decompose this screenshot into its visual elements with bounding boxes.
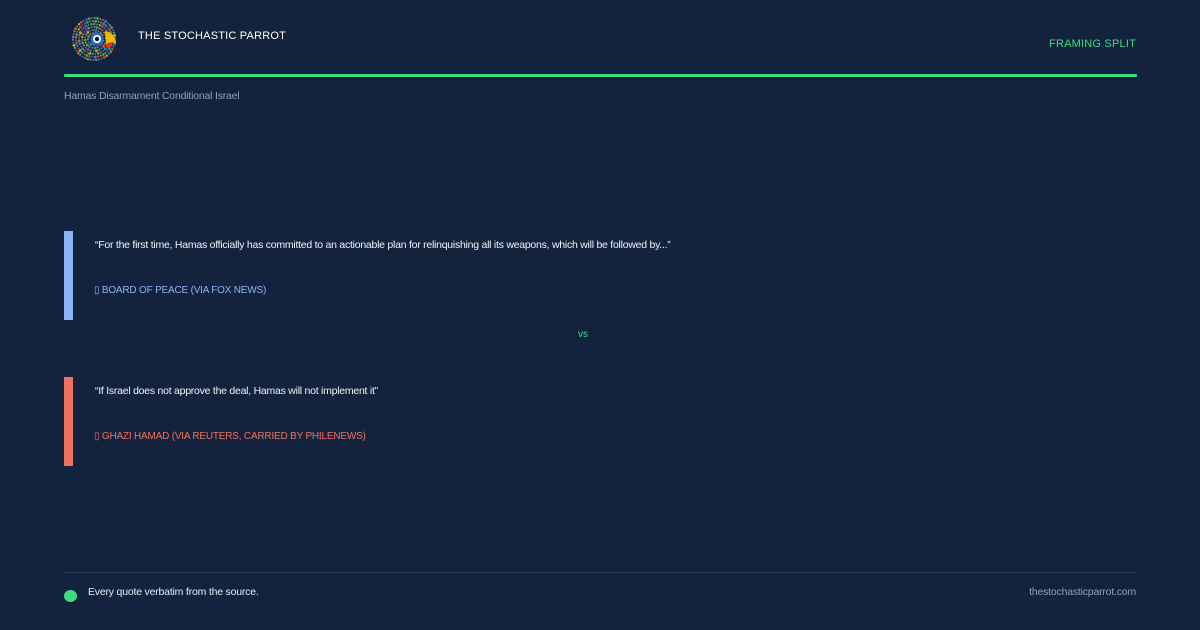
footer-divider [64,572,1137,573]
card: THE STOCHASTIC PARROT FRAMING SPLIT Hama… [0,0,1200,630]
status-dot-icon [64,590,77,602]
footer-note: Every quote verbatim from the source. [88,586,259,598]
quote-accent-bar [64,231,73,320]
quote-text: “If Israel does not approve the deal, Ha… [95,385,378,397]
header-divider [64,74,1137,77]
parrot-icon [71,17,117,61]
quote-card-ghazi-hamad: “If Israel does not approve the deal, Ha… [64,377,1137,466]
brand-name: THE STOCHASTIC PARROT [138,30,287,42]
vs-separator: vs [578,329,588,340]
quote-attribution: ▯ GHAZI HAMAD (VIA REUTERS, CARRIED BY P… [94,431,366,442]
quote-accent-bar [64,377,73,466]
page-subtitle: Hamas Disarmament Conditional Israel [64,90,240,102]
framing-tag: FRAMING SPLIT [1049,38,1136,50]
quote-text: “For the first time, Hamas officially ha… [95,239,671,251]
quote-attribution: ▯ BOARD OF PEACE (VIA FOX NEWS) [94,285,267,296]
quote-card-board-of-peace: “For the first time, Hamas officially ha… [64,231,1137,320]
site-link[interactable]: thestochasticparrot.com [1029,586,1136,598]
